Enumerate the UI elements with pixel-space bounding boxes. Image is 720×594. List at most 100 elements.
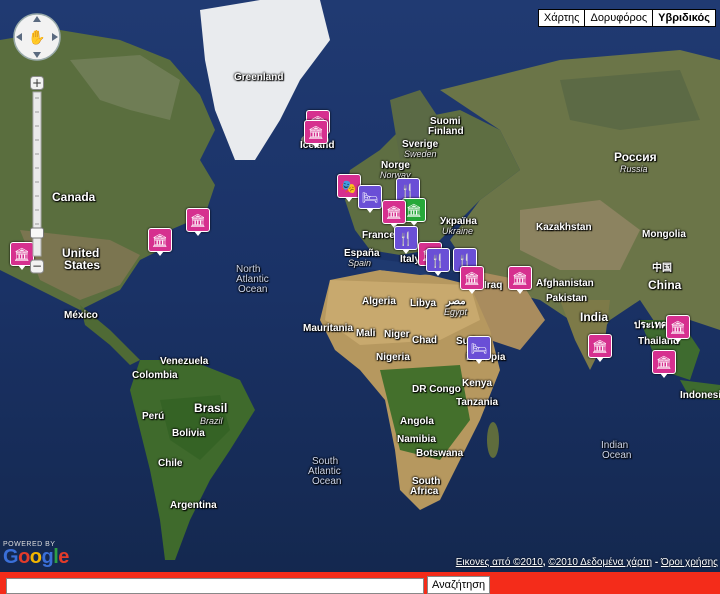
label-iraq: Iraq — [484, 280, 503, 291]
label-botswana: Botswana — [416, 448, 464, 459]
label-nigeria: Nigeria — [376, 352, 410, 363]
label-venezuela: Venezuela — [160, 356, 209, 367]
museum-marker[interactable]: 🏛 — [588, 334, 612, 362]
museum-marker[interactable]: 🏛 — [186, 208, 210, 236]
zoom-in-icon: + — [32, 76, 42, 90]
label-bolivia: Bolivia — [172, 428, 205, 439]
museum-marker[interactable]: 🏛 — [148, 228, 172, 256]
label-north-atlantic-3: Ocean — [238, 284, 268, 295]
museum-icon: 🏛 — [463, 270, 481, 286]
label-greenland: Greenland — [234, 72, 284, 83]
map-type-control: Χάρτης Δορυφόρος Υβριδικός — [537, 9, 716, 27]
restaurant-marker[interactable]: 🍴 — [426, 248, 450, 276]
terms-of-use-link[interactable]: Όροι χρήσης — [661, 557, 718, 568]
fork-knife-icon: 🍴 — [456, 252, 474, 268]
label-libya: Libya — [410, 298, 437, 309]
fork-knife-icon: 🍴 — [429, 252, 447, 268]
label-chile: Chile — [158, 458, 183, 469]
theater-masks-icon: 🎭 — [340, 178, 358, 194]
label-indian-ocean-2: Ocean — [602, 450, 632, 461]
zoom-slider[interactable]: + − — [30, 76, 44, 274]
label-dr-congo: DR Congo — [412, 384, 461, 395]
museum-icon: 🏛 — [591, 338, 609, 354]
label-sweden: Sweden — [404, 149, 437, 159]
fork-knife-icon: 🍴 — [397, 230, 415, 246]
label-brasil: Brasil — [194, 401, 228, 415]
imagery-attribution-link[interactable]: Εικονες από ©2010 — [456, 557, 543, 568]
museum-marker[interactable]: 🏛 — [666, 315, 690, 343]
label-namibia: Namibia — [397, 434, 436, 445]
label-france: France — [362, 230, 395, 241]
map-type-hybrid-button[interactable]: Υβριδικός — [652, 9, 716, 27]
label-states: States — [64, 258, 101, 272]
label-angola: Angola — [400, 416, 434, 427]
museum-marker[interactable]: 🏛 — [382, 200, 406, 228]
bed-icon: 🛏 — [361, 189, 379, 205]
museum-icon: 🏛 — [655, 354, 673, 370]
label-russia-en: Russia — [620, 164, 648, 174]
label-peru: Perú — [142, 411, 165, 422]
museum-marker[interactable]: 🏛 — [508, 266, 532, 294]
label-argentina: Argentina — [170, 500, 217, 511]
label-south-africa-2: Africa — [410, 486, 439, 497]
fork-knife-icon: 🍴 — [399, 182, 417, 198]
map-canvas[interactable]: Greenland Iceland Suomi Finland Sverige … — [0, 0, 720, 572]
label-thailand-local: ประเทศ — [634, 320, 668, 331]
label-spain: Spain — [348, 258, 372, 268]
museum-marker[interactable]: 🏛 — [460, 266, 484, 294]
bed-icon: 🛏 — [470, 340, 488, 356]
map-type-satellite-button[interactable]: Δορυφόρος — [584, 9, 654, 27]
label-italy: Italy — [400, 254, 421, 265]
search-bar: Αναζήτηση — [0, 572, 720, 594]
satellite-imagery — [0, 0, 720, 572]
museum-icon: 🏛 — [669, 319, 687, 335]
label-finland: Finland — [428, 126, 464, 137]
hotel-marker[interactable]: 🛏 — [358, 185, 382, 213]
google-logo[interactable]: POWERED BY Google — [3, 541, 69, 568]
zoom-out-icon: − — [32, 259, 42, 273]
label-misr: مصر — [446, 296, 466, 307]
search-button[interactable]: Αναζήτηση — [427, 576, 491, 594]
label-kenya: Kenya — [462, 378, 493, 389]
label-canada: Canada — [52, 190, 96, 204]
label-colombia: Colombia — [132, 370, 178, 381]
map-type-map-button[interactable]: Χάρτης — [537, 9, 586, 27]
search-input[interactable] — [6, 578, 424, 594]
label-mauritania: Mauritania — [303, 323, 354, 334]
label-ukraine: Ukraine — [442, 226, 474, 236]
museum-marker[interactable]: 🏛 — [652, 350, 676, 378]
label-south-atlantic-3: Ocean — [312, 476, 342, 487]
museum-icon: 🏛 — [385, 204, 403, 220]
label-algeria: Algeria — [362, 296, 396, 307]
attribution-separator: - — [652, 557, 661, 568]
label-china: China — [648, 278, 682, 292]
label-niger: Niger — [384, 329, 410, 340]
label-egypt: Egypt — [444, 307, 468, 317]
pan-control[interactable]: ✋ — [12, 12, 62, 62]
restaurant-marker[interactable]: 🍴 — [394, 226, 418, 254]
label-indonesia: Indonesi — [680, 390, 720, 401]
hotel-marker[interactable]: 🛏 — [467, 336, 491, 364]
label-pakistan: Pakistan — [546, 293, 588, 304]
label-afghanistan: Afghanistan — [536, 278, 594, 289]
museum-icon: 🏛 — [511, 270, 529, 286]
label-russia: Россия — [614, 150, 657, 164]
zoom-handle — [30, 227, 44, 239]
museum-icon: 🏛 — [189, 212, 207, 228]
museum-icon: 🏛 — [13, 246, 31, 262]
label-kazakhstan: Kazakhstan — [536, 222, 592, 233]
label-china-local: 中国 — [652, 263, 672, 274]
museum-icon: 🏛 — [151, 232, 169, 248]
map-attribution: Εικονες από ©2010, ©2010 Δεδομένα χάρτη … — [455, 557, 718, 568]
label-brazil: Brazil — [200, 416, 223, 426]
hand-icon: ✋ — [28, 29, 45, 46]
label-tanzania: Tanzania — [456, 397, 499, 408]
label-mongolia: Mongolia — [642, 229, 686, 240]
google-logo-text: Google — [3, 546, 69, 568]
label-mexico: México — [64, 310, 98, 321]
label-chad: Chad — [412, 335, 437, 346]
museum-marker[interactable]: 🏛 — [304, 120, 328, 148]
map-data-attribution-link[interactable]: ©2010 Δεδομένα χάρτη — [548, 557, 652, 568]
label-mali: Mali — [356, 328, 376, 339]
label-india: India — [580, 310, 609, 324]
